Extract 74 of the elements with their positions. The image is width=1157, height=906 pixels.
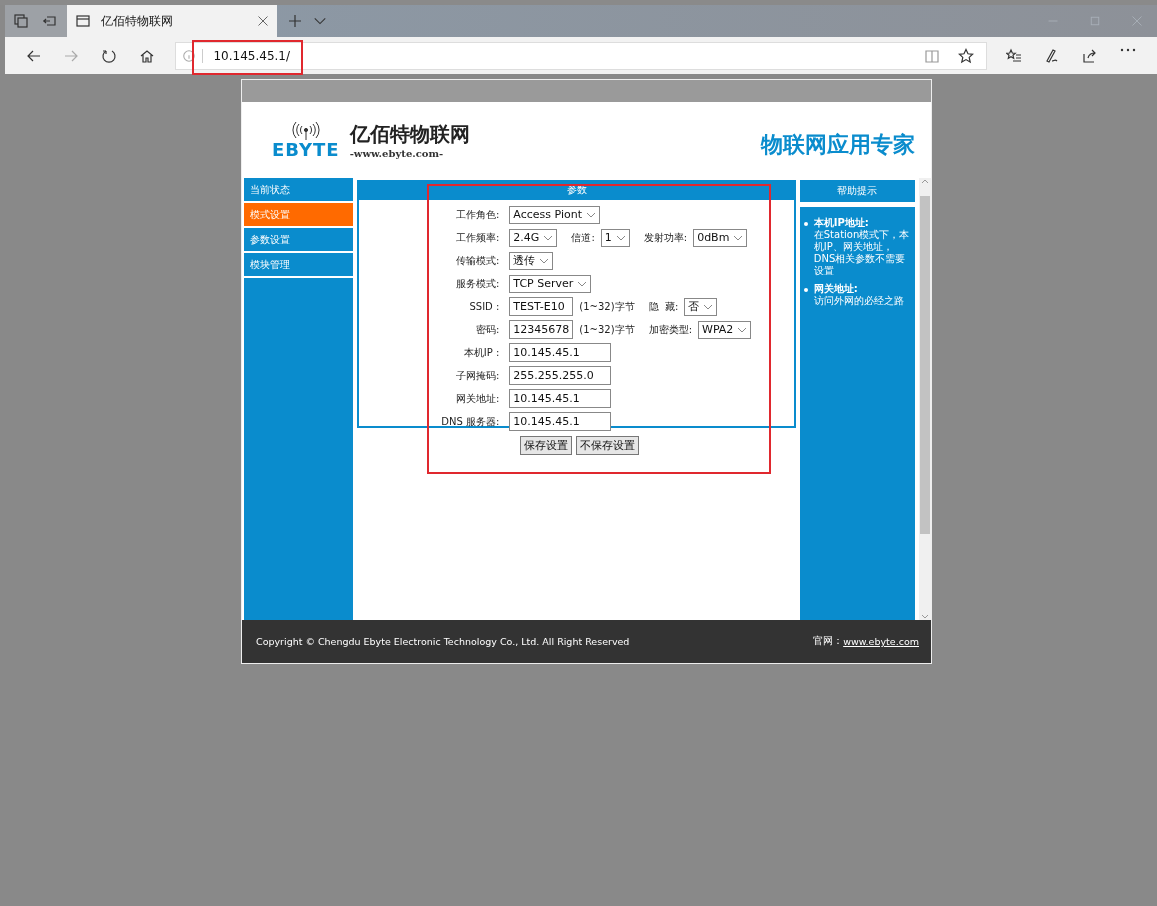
field-label: 传输模式:	[455, 253, 500, 268]
field-label: 网关地址:	[455, 391, 500, 406]
field-hint: (1~32)字节	[579, 299, 635, 314]
field-label: 加密类型:	[648, 322, 692, 337]
plus-icon[interactable]	[287, 13, 303, 29]
browser-tab[interactable]: 亿佰特物联网	[67, 5, 277, 37]
chevron-icon	[703, 303, 714, 310]
scroll-up-icon[interactable]	[921, 178, 930, 184]
help-title: 帮助提示	[799, 180, 916, 202]
dropdown[interactable]: 0dBm	[693, 228, 748, 247]
input-field[interactable]: 10.145.45.1	[509, 343, 612, 362]
input-field[interactable]: 12345678	[509, 320, 574, 339]
help-text: 访问外网的必经之路	[813, 295, 904, 307]
help-text: 在Station模式下，本机IP、网关地址，DNS相关参数不需要设置	[813, 229, 911, 277]
copyright-text: Copyright © Chengdu Ebyte Electronic Technology Co., Ltd. All Right Reserved	[256, 636, 630, 647]
field-label: 服务模式:	[455, 276, 500, 291]
panel-title: 参数	[357, 180, 796, 200]
field-hint: (1~32)字节	[579, 322, 635, 337]
share-icon[interactable]	[1082, 47, 1098, 64]
star-icon[interactable]	[958, 47, 974, 64]
pen-icon[interactable]	[1044, 47, 1060, 64]
chevron-icon	[539, 257, 550, 264]
input-field[interactable]: TEST-E10	[509, 297, 574, 316]
dropdown[interactable]: Access Piont	[509, 205, 600, 224]
scroll-thumb[interactable]	[920, 196, 931, 534]
field-label: 子网掩码:	[455, 368, 500, 383]
scrollbar[interactable]	[919, 178, 931, 620]
input-field[interactable]: 10.145.45.1	[509, 389, 612, 408]
field-label: 信道:	[571, 230, 595, 245]
field-label: 工作频率:	[455, 230, 500, 245]
wireless-icon	[289, 121, 322, 141]
bullet-icon	[803, 288, 808, 292]
bullet-icon	[803, 222, 808, 226]
dropdown[interactable]: 2.4G	[509, 228, 558, 247]
more-icon[interactable]	[1120, 47, 1136, 52]
dropdown[interactable]: 1	[600, 228, 630, 247]
chevron-icon	[543, 234, 554, 241]
site-label: 官网：	[813, 635, 844, 646]
logo-text: EBYTE	[272, 141, 340, 159]
dropdown[interactable]: WPA2	[698, 320, 752, 339]
dropdown[interactable]: 否	[684, 297, 718, 316]
form-button[interactable]: 不保存设置	[576, 436, 640, 455]
refresh-icon[interactable]	[101, 47, 117, 64]
chevron-icon	[737, 326, 748, 333]
chevron-icon	[586, 211, 596, 218]
chevron-icon	[733, 234, 744, 241]
form-button[interactable]: 保存设置	[520, 436, 573, 455]
field-label: 密码:	[475, 322, 500, 337]
field-label: 发射功率:	[643, 230, 688, 245]
slogan: 物联网应用专家	[761, 131, 915, 159]
input-field[interactable]: 255.255.255.0	[509, 366, 612, 385]
brand-url: -www.ebyte.com-	[349, 148, 445, 159]
field-label: DNS 服务器:	[440, 414, 500, 429]
brand-name: 亿佰特物联网	[349, 121, 470, 148]
help-heading: 网关地址:	[813, 283, 859, 295]
field-label: 本机IP :	[462, 345, 500, 360]
address-bar[interactable]: 10.145.45.1/	[175, 41, 987, 70]
site-link[interactable]: www.ebyte.com	[843, 636, 919, 647]
tab-restore-icon[interactable]	[41, 13, 57, 29]
scroll-down-icon[interactable]	[921, 614, 930, 620]
field-label: 工作角色:	[455, 207, 500, 222]
book-icon[interactable]	[924, 47, 940, 64]
dropdown[interactable]: TCP Server	[509, 274, 592, 293]
favorites-list-icon[interactable]	[1006, 47, 1022, 64]
page-icon	[75, 13, 91, 29]
close-icon[interactable]	[257, 15, 269, 27]
dropdown[interactable]: 透传	[509, 251, 554, 270]
tabs-aside-icon[interactable]	[13, 13, 29, 29]
chevron-icon	[615, 234, 626, 241]
input-field[interactable]: 10.145.45.1	[509, 412, 612, 431]
field-label: 隐 藏:	[648, 299, 679, 314]
field-label: SSID :	[468, 301, 500, 312]
help-heading: 本机IP地址:	[813, 217, 870, 229]
chevron-icon	[577, 280, 588, 287]
